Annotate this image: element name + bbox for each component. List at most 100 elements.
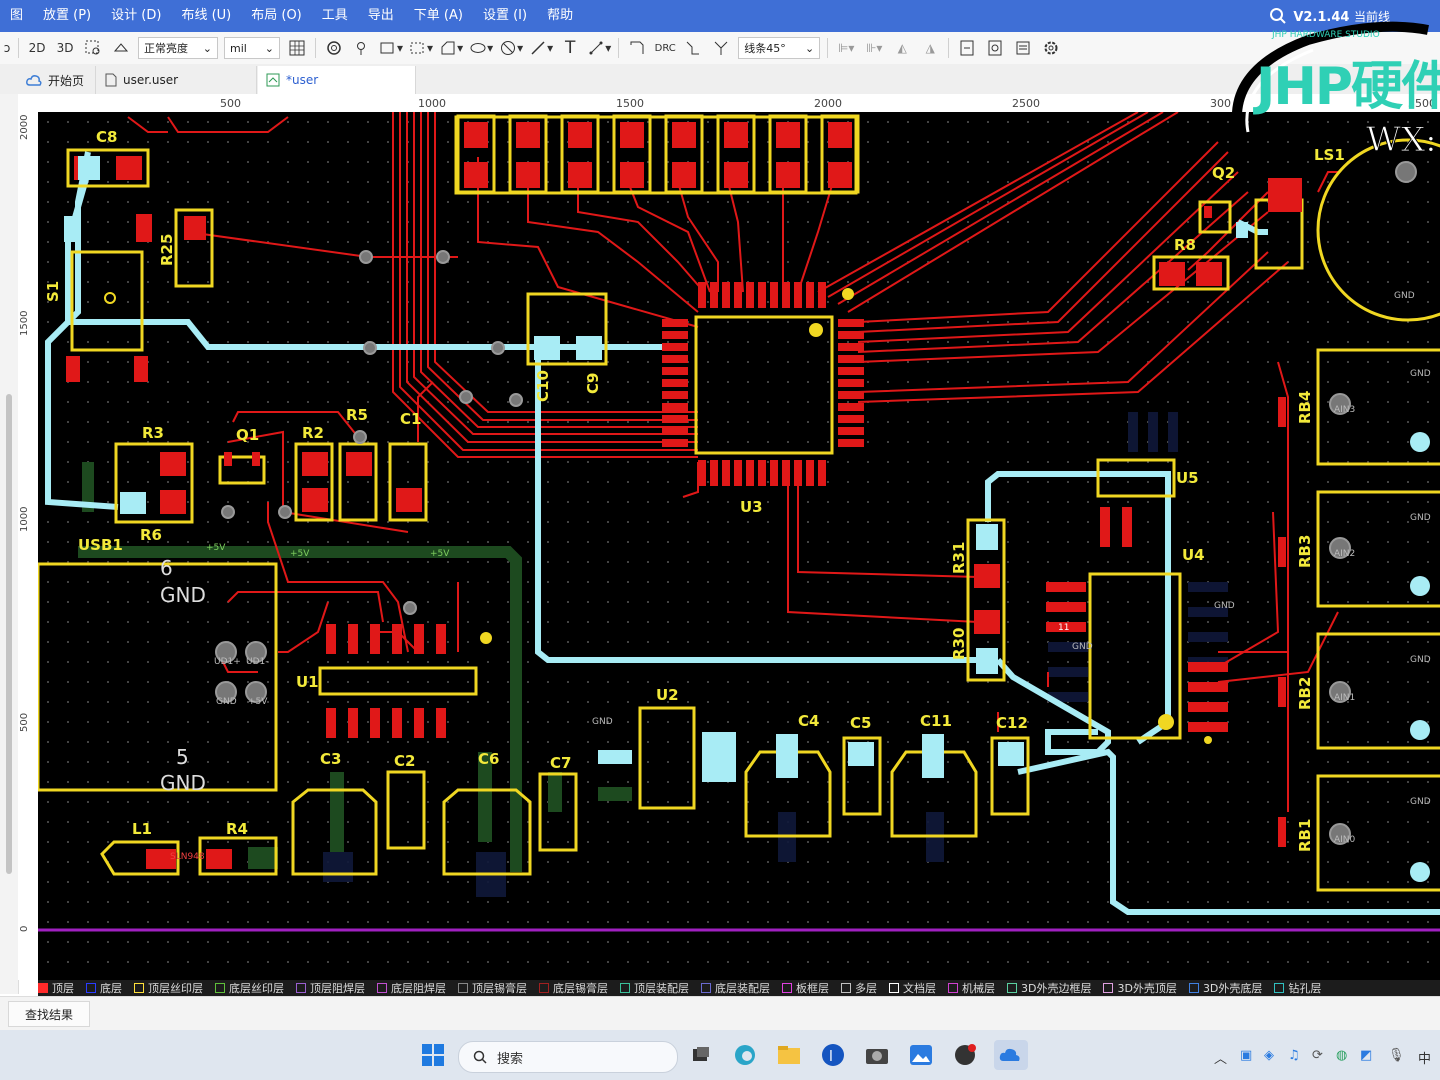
no-icon[interactable]: ▾	[499, 36, 523, 60]
tray-photos-icon[interactable]: ◩	[1360, 1048, 1372, 1063]
tray-network-icon[interactable]: ◈	[1264, 1048, 1274, 1063]
vertical-scrollbar[interactable]	[6, 394, 12, 874]
chevron-up-icon[interactable]: ︿	[1214, 1048, 1227, 1067]
layer-color-swatch	[215, 983, 225, 993]
layer-item[interactable]: 底层阻焊层	[377, 980, 446, 996]
tray-music-icon[interactable]: ♫	[1288, 1048, 1300, 1063]
view-2d-button[interactable]: 2D	[26, 36, 48, 60]
region-icon[interactable]: ▾	[409, 36, 433, 60]
menu-item-settings[interactable]: 设置 (I)	[473, 0, 537, 32]
designator-r25: R25	[158, 234, 176, 266]
gear-icon[interactable]	[1040, 36, 1062, 60]
flip-v-icon[interactable]: ◮	[919, 36, 941, 60]
taskbar-search[interactable]: 搜索	[458, 1041, 678, 1073]
polygon-icon[interactable]: ▾	[439, 36, 463, 60]
pad-icon[interactable]	[323, 36, 345, 60]
layer-label: 顶层阻焊层	[310, 982, 365, 995]
back-icon[interactable]: ɔ	[3, 36, 11, 60]
windows-start-icon[interactable]	[418, 1040, 448, 1070]
sln-label: SLN948	[170, 852, 205, 862]
layer-item[interactable]: 底层	[86, 980, 122, 996]
route-icon[interactable]	[626, 36, 648, 60]
align-icon[interactable]: ⊫▾	[835, 36, 857, 60]
layer-item[interactable]: 顶层锡膏层	[458, 980, 527, 996]
dimension-icon[interactable]: ▾	[587, 36, 611, 60]
grid-icon[interactable]	[286, 36, 308, 60]
menu-item-layout[interactable]: 布局 (O)	[241, 0, 312, 32]
layer-item[interactable]: 顶层装配层	[620, 980, 689, 996]
layer-item[interactable]: 文档层	[889, 980, 936, 996]
ellipse-icon[interactable]: ▾	[469, 36, 493, 60]
tray-link-icon[interactable]: ⟳	[1312, 1048, 1323, 1063]
recorder-icon[interactable]	[950, 1040, 980, 1070]
menu-item-place[interactable]: 放置 (P)	[33, 0, 101, 32]
layer-label: 多层	[855, 982, 877, 995]
ime-indicator[interactable]: 中	[1418, 1048, 1431, 1067]
layer-item[interactable]: 机械层	[948, 980, 995, 996]
layer-item[interactable]: 3D外壳边框层	[1007, 980, 1091, 996]
unit-select[interactable]: mil ⌄	[224, 37, 280, 59]
layer-item[interactable]: 顶层	[38, 980, 74, 996]
zoom-area-icon[interactable]	[82, 36, 104, 60]
text-icon[interactable]: T	[559, 36, 581, 60]
layer-item[interactable]: 板框层	[782, 980, 829, 996]
bom-icon[interactable]	[1012, 36, 1034, 60]
import-icon[interactable]	[956, 36, 978, 60]
menu-item-view[interactable]: 图	[0, 0, 33, 32]
ruler-tick: 2000	[814, 97, 842, 110]
update-pcb-icon[interactable]	[984, 36, 1006, 60]
via-icon[interactable]	[351, 36, 373, 60]
menu-item-route[interactable]: 布线 (U)	[171, 0, 241, 32]
layer-item[interactable]: 底层锡膏层	[539, 980, 608, 996]
track-icon[interactable]	[682, 36, 704, 60]
svg-text:l: l	[829, 1049, 833, 1065]
layer-item[interactable]: 3D外壳底层	[1188, 980, 1262, 996]
route-angle-select[interactable]: 线条45° ⌄	[738, 37, 821, 59]
easyeda-icon[interactable]	[994, 1040, 1028, 1070]
task-view-icon[interactable]	[686, 1040, 716, 1070]
tab-user-project[interactable]: user.user	[97, 66, 257, 94]
rect-icon[interactable]: ▾	[379, 36, 403, 60]
edge-browser-icon[interactable]	[730, 1040, 760, 1070]
usb-gnd-label-2: GND	[160, 771, 206, 795]
menu-item-order[interactable]: 下单 (A)	[404, 0, 473, 32]
pcb-canvas[interactable]: C8 R25 S1 R3 Q1 R2 R5 C1 R6 USB1 C10 C9 …	[38, 112, 1440, 980]
tray-wechat-icon[interactable]: ◍	[1336, 1048, 1347, 1063]
microphone-icon[interactable]: 🎙	[1388, 1048, 1405, 1063]
layer-item[interactable]: 钻孔层	[1274, 980, 1321, 996]
tab-pcb-user[interactable]: *user	[258, 66, 416, 94]
flip-h-icon[interactable]: ◭	[891, 36, 913, 60]
designator-q1: Q1	[236, 426, 259, 444]
tab-start-page[interactable]: 开始页	[18, 66, 96, 94]
menu-item-export[interactable]: 导出	[358, 0, 404, 32]
layer-item[interactable]: 底层装配层	[701, 980, 770, 996]
menu-item-tools[interactable]: 工具	[312, 0, 358, 32]
layer-label: 底层装配层	[715, 982, 770, 995]
designator-c12: C12	[996, 714, 1028, 732]
layer-item[interactable]: 多层	[841, 980, 877, 996]
layer-item[interactable]: 顶层丝印层	[134, 980, 203, 996]
layer-label: 底层阻焊层	[391, 982, 446, 995]
camera-icon[interactable]	[862, 1040, 892, 1070]
layer-item[interactable]: 底层丝印层	[215, 980, 284, 996]
line-icon[interactable]: ▾	[529, 36, 553, 60]
diff-pair-icon[interactable]	[710, 36, 732, 60]
menu-item-help[interactable]: 帮助	[537, 0, 583, 32]
file-icon	[105, 73, 117, 87]
find-results-tab[interactable]: 查找结果	[8, 1001, 91, 1027]
gnd-label: GND	[1410, 369, 1431, 379]
layer-label: 顶层丝印层	[148, 982, 203, 995]
tray-app-icon[interactable]: ▣	[1240, 1048, 1252, 1063]
app-l-icon[interactable]: l	[818, 1040, 848, 1070]
view-3d-button[interactable]: 3D	[54, 36, 76, 60]
photos-icon[interactable]	[906, 1040, 936, 1070]
menu-item-design[interactable]: 设计 (D)	[101, 0, 171, 32]
board-icon[interactable]	[110, 36, 132, 60]
drc-button[interactable]: DRC	[654, 36, 676, 60]
layer-item[interactable]: 顶层阻焊层	[296, 980, 365, 996]
logo-text: JHP硬件	[1256, 57, 1440, 117]
distribute-icon[interactable]: ⊪▾	[863, 36, 885, 60]
layer-item[interactable]: 3D外壳顶层	[1103, 980, 1177, 996]
brightness-select[interactable]: 正常亮度 ⌄	[138, 37, 218, 59]
file-explorer-icon[interactable]	[774, 1040, 804, 1070]
